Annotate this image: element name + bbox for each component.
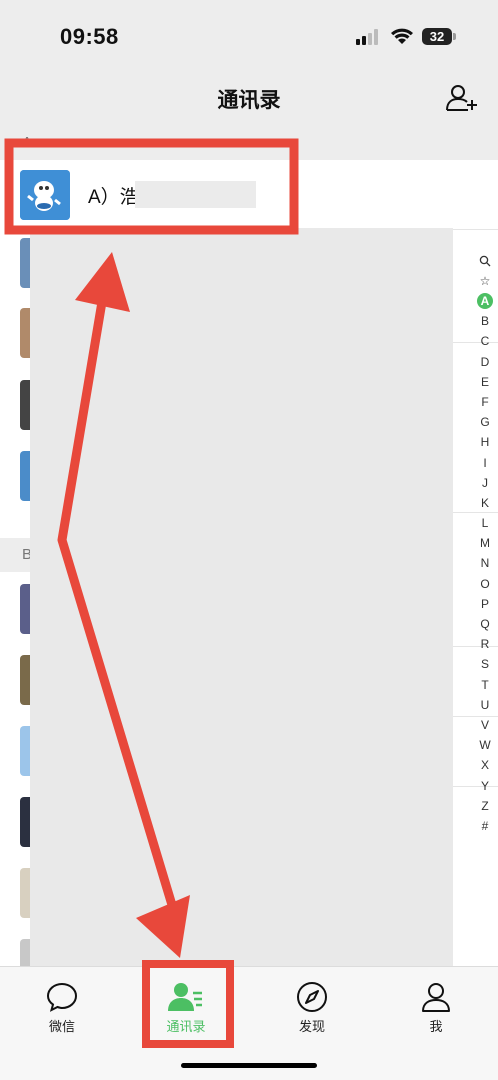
- index-p[interactable]: P: [476, 594, 494, 614]
- index-y[interactable]: Y: [476, 776, 494, 796]
- avatar: [20, 868, 30, 918]
- avatar: [20, 655, 30, 705]
- index-s[interactable]: S: [476, 654, 494, 674]
- index-e[interactable]: E: [476, 372, 494, 392]
- index-g[interactable]: G: [476, 412, 494, 432]
- tab-discover[interactable]: 发现: [250, 977, 374, 1047]
- section-header-b: B: [0, 538, 32, 572]
- page-title: 通讯录: [217, 89, 281, 112]
- redaction-block: [135, 181, 256, 208]
- index-v[interactable]: V: [476, 715, 494, 735]
- contacts-icon: [168, 983, 202, 1011]
- wifi-icon: [391, 28, 413, 44]
- avatar: [20, 451, 30, 501]
- index-r[interactable]: R: [476, 634, 494, 654]
- contact-name: A）浩: [88, 187, 139, 208]
- nav-bar: 通讯录: [0, 70, 498, 126]
- redaction-overlay: [30, 228, 453, 966]
- avatar: [20, 584, 30, 634]
- index-i[interactable]: I: [476, 453, 494, 473]
- add-contact-icon[interactable]: [446, 84, 478, 112]
- search-icon[interactable]: [479, 255, 491, 267]
- tab-me[interactable]: 我: [374, 977, 498, 1047]
- tab-chats[interactable]: 微信: [0, 977, 124, 1047]
- index-a[interactable]: A: [477, 293, 493, 310]
- index-o[interactable]: O: [476, 574, 494, 594]
- index-f[interactable]: F: [476, 392, 494, 412]
- index-j[interactable]: J: [476, 473, 494, 493]
- index-n[interactable]: N: [476, 553, 494, 573]
- avatar: [20, 170, 70, 220]
- home-indicator: [181, 1063, 317, 1068]
- status-bar: 09:58 32: [0, 0, 498, 70]
- index-q[interactable]: Q: [476, 614, 494, 634]
- index-h[interactable]: H: [476, 432, 494, 452]
- index-m[interactable]: M: [476, 533, 494, 553]
- index-star[interactable]: ☆: [476, 271, 494, 291]
- chat-bubble-icon: [46, 982, 78, 1012]
- tab-label: 发现: [298, 1019, 325, 1034]
- index-l[interactable]: L: [476, 513, 494, 533]
- index-hash[interactable]: #: [476, 816, 494, 836]
- section-header-a: A: [0, 126, 498, 160]
- index-b[interactable]: B: [476, 311, 494, 331]
- tab-label: 微信: [48, 1019, 75, 1034]
- index-x[interactable]: X: [476, 755, 494, 775]
- index-c[interactable]: C: [476, 331, 494, 351]
- index-t[interactable]: T: [476, 675, 494, 695]
- avatar: [20, 238, 30, 288]
- avatar: [20, 797, 30, 847]
- person-icon: [422, 983, 450, 1012]
- tab-label: 我: [429, 1019, 443, 1034]
- cellular-signal-icon: [356, 29, 378, 45]
- compass-icon: [297, 982, 327, 1012]
- index-d[interactable]: D: [476, 352, 494, 372]
- battery-indicator: 32: [422, 28, 452, 45]
- index-w[interactable]: W: [476, 735, 494, 755]
- avatar: [20, 308, 30, 358]
- battery-cap: [453, 33, 456, 40]
- avatar: [20, 380, 30, 430]
- status-time: 09:58: [60, 24, 119, 49]
- avatar: [20, 726, 30, 776]
- tab-label: 通讯录: [166, 1019, 206, 1034]
- index-z[interactable]: Z: [476, 796, 494, 816]
- avatar: [20, 939, 30, 966]
- index-u[interactable]: U: [476, 695, 494, 715]
- index-k[interactable]: K: [476, 493, 494, 513]
- cartoon-avatar-icon: [20, 170, 70, 220]
- tab-contacts[interactable]: 通讯录: [124, 977, 248, 1047]
- alphabet-index-bar[interactable]: ☆ A B C D E F G H I J K L M N O P Q R S …: [474, 251, 496, 836]
